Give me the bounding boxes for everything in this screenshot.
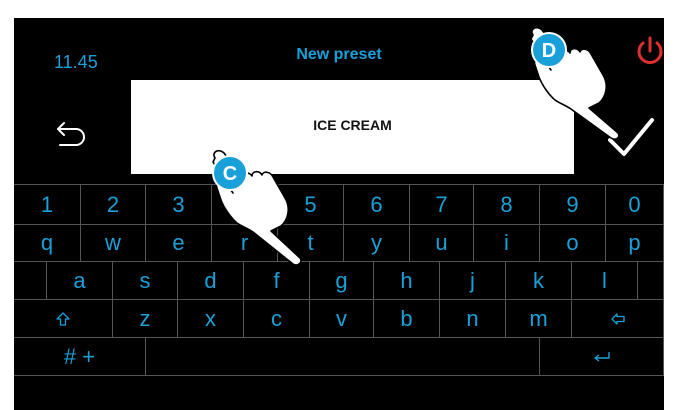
key-i[interactable]: i [474, 225, 540, 262]
key-w[interactable]: w [81, 225, 146, 262]
key-u[interactable]: u [410, 225, 474, 262]
key-8[interactable]: 8 [474, 185, 540, 225]
key-n[interactable]: n [440, 300, 506, 338]
symbols-key[interactable]: # + [14, 338, 146, 376]
key-b[interactable]: b [374, 300, 440, 338]
key-k[interactable]: k [506, 262, 572, 300]
keyboard-bottom-edge [14, 376, 664, 410]
key-j[interactable]: j [440, 262, 506, 300]
space-key[interactable] [146, 338, 540, 376]
key-g[interactable]: g [310, 262, 374, 300]
power-icon[interactable] [634, 34, 664, 68]
on-screen-keyboard: 1 2 3 4 5 6 7 8 9 0 q w e r t y u i o p … [14, 184, 664, 410]
enter-icon [593, 351, 610, 362]
shift-key[interactable] [14, 300, 113, 338]
shift-icon [56, 311, 70, 326]
key-1[interactable]: 1 [14, 185, 81, 225]
callout-c: C [223, 163, 237, 185]
key-h[interactable]: h [374, 262, 440, 300]
backspace-icon [610, 312, 625, 325]
key-6[interactable]: 6 [344, 185, 410, 225]
key-a[interactable]: a [47, 262, 113, 300]
key-9[interactable]: 9 [540, 185, 606, 225]
key-spacer-left [14, 262, 47, 300]
enter-key[interactable] [540, 338, 664, 376]
key-q[interactable]: q [14, 225, 81, 262]
key-x[interactable]: x [178, 300, 244, 338]
key-c[interactable]: c [244, 300, 310, 338]
backspace-key[interactable] [572, 300, 664, 338]
key-s[interactable]: s [113, 262, 178, 300]
hand-pointer-d: D [530, 27, 620, 140]
key-7[interactable]: 7 [410, 185, 474, 225]
key-v[interactable]: v [310, 300, 374, 338]
key-p[interactable]: p [606, 225, 664, 262]
back-arrow-icon[interactable] [54, 119, 88, 149]
hand-pointer-c: C [212, 150, 302, 266]
key-o[interactable]: o [540, 225, 606, 262]
key-l[interactable]: l [572, 262, 638, 300]
key-0[interactable]: 0 [606, 185, 664, 225]
key-2[interactable]: 2 [81, 185, 146, 225]
key-m[interactable]: m [506, 300, 572, 338]
callout-d: D [542, 40, 556, 62]
key-y[interactable]: y [344, 225, 410, 262]
key-z[interactable]: z [113, 300, 178, 338]
key-spacer-right [638, 262, 664, 300]
